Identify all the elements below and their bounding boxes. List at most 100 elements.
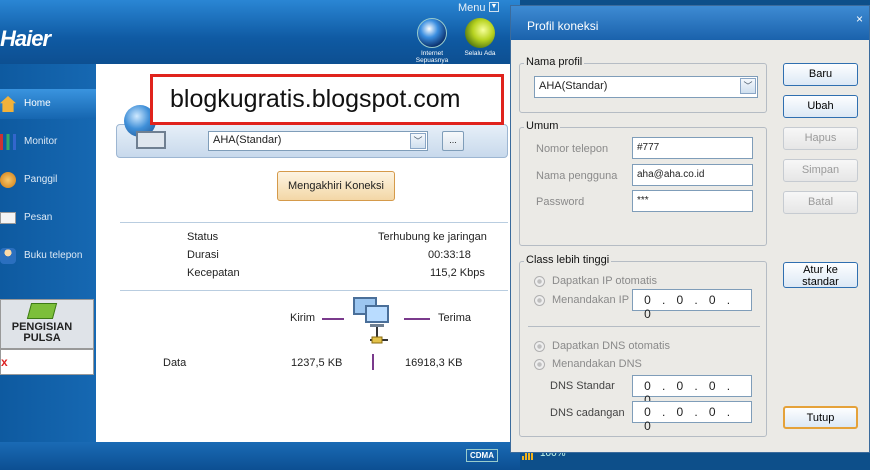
contacts-icon: [0, 248, 16, 264]
promo-label: PENGISIAN PULSA: [11, 321, 73, 344]
password-label: Password: [536, 196, 585, 208]
group-label: Nama profil: [524, 56, 585, 68]
received-value: 16918,3 KB: [405, 357, 463, 369]
auto-ip-radio[interactable]: [534, 276, 545, 287]
ip-octet: 0: [644, 379, 651, 393]
sidebar-item-call[interactable]: Panggil: [0, 165, 96, 195]
assign-dns-label: Menandakan DNS: [552, 358, 642, 370]
sidebar-item-phonebook[interactable]: Buku telepon: [0, 241, 96, 271]
always-on-button[interactable]: Selalu Ada: [458, 18, 502, 57]
money-icon: [26, 303, 58, 319]
promo-area: x: [0, 349, 94, 375]
phone-label: Nomor telepon: [536, 143, 609, 155]
sidebar-item-label: Monitor: [24, 136, 58, 147]
phone-input[interactable]: #777: [632, 137, 753, 159]
divider: [372, 354, 374, 370]
menu-dropdown-icon[interactable]: ▼: [489, 2, 499, 12]
set-default-button[interactable]: Atur ke standar: [783, 262, 858, 288]
sidebar-item-monitor[interactable]: Monitor: [0, 127, 96, 157]
network-type-badge: CDMA: [466, 449, 498, 462]
dialog-title: Profil koneksi: [511, 6, 869, 40]
profile-select-value: AHA(Standar): [213, 134, 282, 146]
group-label: Class lebih tinggi: [524, 254, 612, 266]
save-button[interactable]: Simpan: [783, 159, 858, 182]
ip-octet: 0: [708, 379, 716, 393]
profile-group: Nama profil AHA(Standar) ﹀: [519, 56, 767, 113]
sent-value: 1237,5 KB: [291, 357, 343, 369]
phone-icon: [0, 172, 16, 188]
auto-ip-label: Dapatkan IP otomatis: [552, 275, 657, 287]
sidebar: Home Monitor Panggil Pesan Buku telepon: [0, 64, 96, 470]
assign-dns-radio[interactable]: [534, 359, 545, 370]
sidebar-item-home[interactable]: Home: [0, 89, 96, 119]
ip-address-input[interactable]: 0. 0. 0.0: [632, 289, 752, 321]
close-icon[interactable]: ×: [856, 12, 863, 26]
ip-octet: 0: [676, 405, 684, 419]
ip-octet: 0: [708, 405, 716, 419]
ip-octet: 0: [644, 293, 651, 307]
status-value: Terhubung ke jaringan: [378, 231, 487, 243]
dns-secondary-input[interactable]: 0. 0. 0.0: [632, 401, 752, 433]
sidebar-item-label: Buku telepon: [24, 250, 83, 261]
username-label: Nama pengguna: [536, 170, 618, 182]
duration-value: 00:33:18: [428, 249, 471, 261]
chevron-down-icon[interactable]: ﹀: [410, 133, 426, 149]
profile-more-button[interactable]: ...: [442, 131, 464, 151]
flashlight-icon: [465, 18, 495, 48]
promo-banner[interactable]: PENGISIAN PULSA: [0, 299, 94, 349]
advanced-group: Class lebih tinggi Dapatkan IP otomatis …: [519, 254, 767, 437]
auto-dns-radio[interactable]: [534, 341, 545, 352]
internet-button[interactable]: Internet Sepuasnya: [410, 18, 454, 64]
assign-ip-radio[interactable]: [534, 295, 545, 306]
profile-select[interactable]: AHA(Standar) ﹀: [208, 131, 428, 151]
edit-button[interactable]: Ubah: [783, 95, 858, 118]
send-label: Kirim: [290, 312, 316, 324]
close-icon[interactable]: x: [1, 355, 8, 369]
group-label: Umum: [524, 120, 561, 132]
ip-octet: 0: [644, 405, 651, 419]
dns-secondary-label: DNS cadangan: [550, 407, 625, 419]
status-label: Status: [187, 231, 219, 243]
status-bar: [0, 442, 520, 470]
cancel-button[interactable]: Batal: [783, 191, 858, 214]
duration-label: Durasi: [187, 249, 219, 261]
receive-line: [404, 318, 430, 320]
profile-dialog: Profil koneksi × Nama profil AHA(Standar…: [510, 5, 870, 453]
speed-value: 115,2 Kbps: [430, 267, 485, 279]
delete-button[interactable]: Hapus: [783, 127, 858, 150]
divider: [120, 290, 508, 291]
ip-octet: 0: [676, 379, 684, 393]
dns-primary-input[interactable]: 0. 0. 0.0: [632, 375, 752, 407]
divider: [120, 222, 508, 223]
sidebar-item-label: Panggil: [24, 174, 58, 185]
home-icon: [0, 96, 16, 112]
data-label: Data: [163, 357, 187, 369]
send-line: [322, 318, 344, 320]
profile-name-select[interactable]: AHA(Standar) ﹀: [534, 76, 758, 98]
envelope-icon: [0, 212, 16, 224]
sidebar-item-label: Home: [24, 98, 51, 109]
password-input[interactable]: ***: [632, 190, 753, 212]
receive-label: Terima: [438, 312, 472, 324]
auto-dns-label: Dapatkan DNS otomatis: [552, 340, 670, 352]
haier-logo: Haier: [0, 26, 51, 51]
disconnect-button[interactable]: Mengakhiri Koneksi: [277, 171, 395, 201]
dns-primary-label: DNS Standar: [550, 380, 615, 392]
sidebar-item-message[interactable]: Pesan: [0, 203, 96, 233]
username-input[interactable]: aha@aha.co.id: [632, 164, 753, 186]
close-button[interactable]: Tutup: [783, 406, 858, 429]
internet-button-label: Internet Sepuasnya: [415, 50, 449, 64]
globe-icon: [417, 18, 447, 48]
ip-octet: 0: [644, 419, 651, 433]
divider: [528, 326, 760, 327]
network-computers-icon: [353, 297, 389, 344]
new-button[interactable]: Baru: [783, 63, 858, 86]
menu-label[interactable]: Menu: [458, 2, 486, 14]
sidebar-item-label: Pesan: [24, 212, 53, 223]
monitor-icon: [0, 134, 16, 150]
general-group: Umum Nomor telepon #777 Nama pengguna ah…: [519, 120, 767, 246]
watermark-banner: blogkugratis.blogspot.com: [150, 74, 504, 125]
always-on-button-label: Selalu Ada: [464, 50, 496, 57]
ip-octet: 0: [644, 307, 651, 321]
chevron-down-icon[interactable]: ﹀: [740, 78, 756, 94]
